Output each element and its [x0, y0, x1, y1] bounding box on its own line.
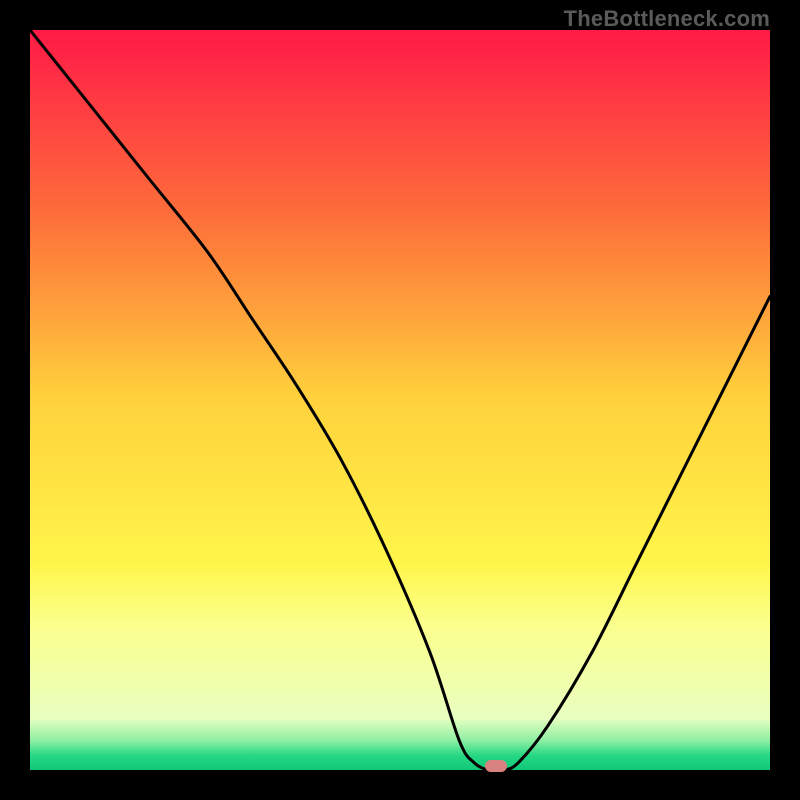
bottleneck-curve — [30, 30, 770, 770]
plot-area — [30, 30, 770, 770]
watermark-text: TheBottleneck.com — [564, 6, 770, 32]
chart-container: TheBottleneck.com — [0, 0, 800, 800]
optimum-marker — [485, 760, 507, 772]
curve-layer — [30, 30, 770, 770]
